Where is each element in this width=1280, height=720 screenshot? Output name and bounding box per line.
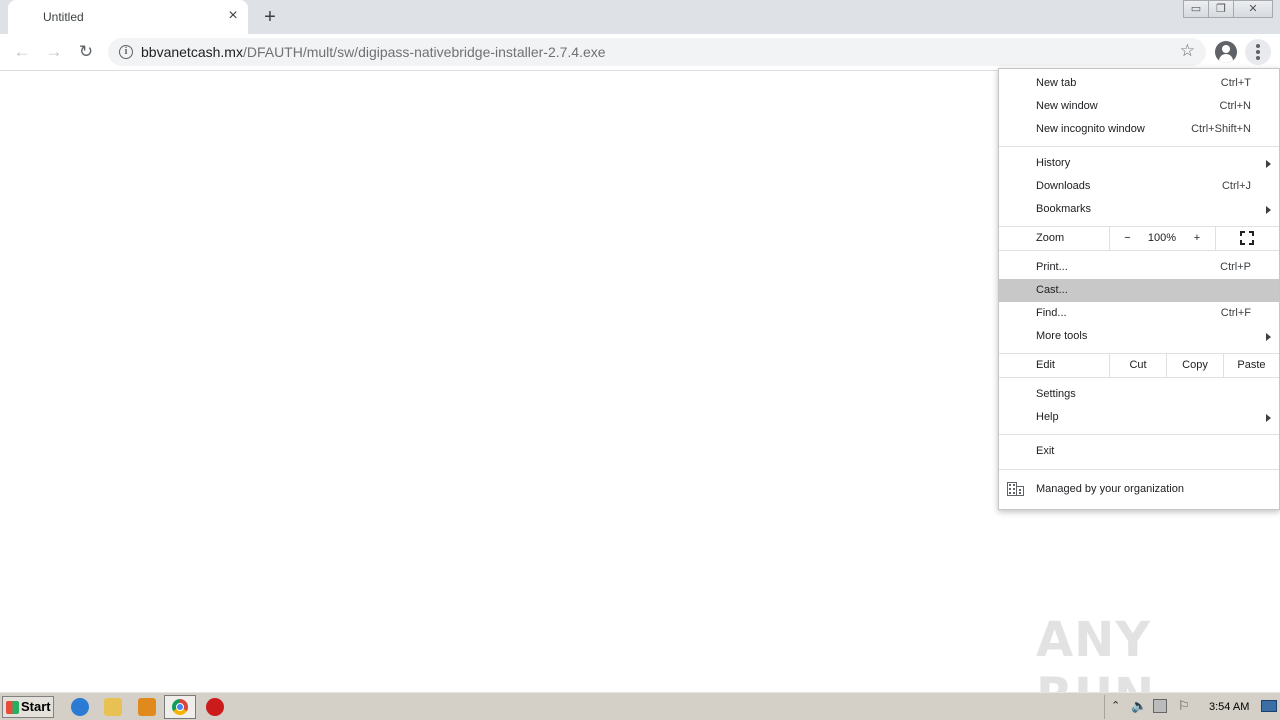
menu-item-print[interactable]: Print... Ctrl+P — [999, 256, 1279, 279]
close-window-button[interactable]: ✕ — [1233, 0, 1273, 18]
cut-button[interactable]: Cut — [1109, 354, 1166, 377]
start-label: Start — [21, 699, 51, 714]
building-icon — [1007, 482, 1024, 496]
fullscreen-icon — [1240, 231, 1254, 245]
close-tab-icon[interactable]: × — [225, 8, 241, 24]
menu-divider — [999, 377, 1279, 378]
zoom-in-button[interactable]: + — [1179, 227, 1215, 250]
show-hidden-icons-icon[interactable]: ⌃ — [1111, 699, 1120, 712]
site-info-icon[interactable]: i — [119, 45, 133, 59]
paste-button[interactable]: Paste — [1223, 354, 1279, 377]
submenu-arrow-icon — [1266, 333, 1271, 341]
menu-row-zoom: Zoom − 100% + — [999, 227, 1279, 250]
bookmark-star-icon[interactable]: ☆ — [1180, 41, 1195, 61]
file-explorer-icon[interactable] — [104, 698, 122, 716]
zoom-label: Zoom — [1036, 232, 1065, 244]
menu-item-cast[interactable]: Cast... — [999, 279, 1279, 302]
back-button[interactable]: ← — [9, 39, 35, 65]
zoom-level: 100% — [1147, 232, 1177, 244]
volume-icon[interactable]: 🔈 — [1131, 698, 1147, 714]
security-alert-icon[interactable] — [206, 698, 224, 716]
forward-button[interactable]: → — [41, 39, 67, 65]
restore-window-button[interactable]: ❐ — [1208, 0, 1234, 18]
show-desktop-icon[interactable] — [1261, 700, 1277, 712]
menu-item-downloads[interactable]: Downloads Ctrl+J — [999, 175, 1279, 198]
menu-divider — [999, 250, 1279, 251]
media-player-icon[interactable] — [138, 698, 156, 716]
tab-strip: Untitled × + ▭ ❐ ✕ — [0, 0, 1280, 34]
taskbar-clock[interactable]: 3:54 AM — [1209, 701, 1249, 713]
menu-item-history[interactable]: History — [999, 152, 1279, 175]
url-text[interactable]: bbvanetcash.mx/DFAUTH/mult/sw/digipass-n… — [141, 44, 606, 60]
browser-toolbar: ← → ↻ i bbvanetcash.mx/DFAUTH/mult/sw/di… — [0, 34, 1280, 71]
menu-item-settings[interactable]: Settings — [999, 383, 1279, 406]
chrome-main-menu: New tab Ctrl+T New window Ctrl+N New incog… — [998, 68, 1280, 510]
chrome-icon — [172, 699, 188, 715]
menu-item-help[interactable]: Help — [999, 406, 1279, 429]
edit-label: Edit — [1036, 359, 1055, 371]
address-bar[interactable]: i bbvanetcash.mx/DFAUTH/mult/sw/digipass… — [108, 38, 1206, 66]
profile-avatar-icon[interactable] — [1215, 41, 1237, 63]
menu-item-bookmarks[interactable]: Bookmarks — [999, 198, 1279, 221]
zoom-out-button[interactable]: − — [1109, 227, 1145, 250]
new-tab-button[interactable]: + — [259, 6, 281, 28]
copy-button[interactable]: Copy — [1166, 354, 1223, 377]
minimize-window-button[interactable]: ▭ — [1183, 0, 1209, 18]
menu-divider — [999, 434, 1279, 435]
menu-row-edit: Edit Cut Copy Paste — [999, 354, 1279, 377]
submenu-arrow-icon — [1266, 206, 1271, 214]
submenu-arrow-icon — [1266, 160, 1271, 168]
internet-explorer-icon[interactable] — [71, 698, 89, 716]
menu-item-find[interactable]: Find... Ctrl+F — [999, 302, 1279, 325]
chrome-taskbar-button[interactable] — [164, 695, 196, 719]
menu-divider — [999, 146, 1279, 147]
network-icon[interactable] — [1153, 699, 1167, 713]
url-host: bbvanetcash.mx — [141, 44, 243, 60]
system-tray: ⌃ 🔈 ⚐ — [1104, 695, 1280, 719]
windows-taskbar: Start ⌃ 🔈 ⚐ 3:54 AM — [0, 692, 1280, 720]
tab-untitled[interactable]: Untitled × — [8, 0, 248, 34]
url-path: /DFAUTH/mult/sw/digipass-nativebridge-in… — [242, 44, 606, 60]
reload-button[interactable]: ↻ — [73, 39, 99, 65]
tab-title: Untitled — [43, 10, 84, 24]
submenu-arrow-icon — [1266, 414, 1271, 422]
menu-item-exit[interactable]: Exit — [999, 440, 1279, 463]
start-button[interactable]: Start — [2, 696, 54, 718]
menu-item-managed-by-organization[interactable]: Managed by your organization — [999, 478, 1279, 501]
menu-item-new-incognito-window[interactable]: New incognito window Ctrl+Shift+N — [999, 118, 1279, 141]
menu-divider — [999, 469, 1279, 470]
action-center-flag-icon[interactable]: ⚐ — [1178, 698, 1190, 714]
windows-flag-icon — [6, 701, 19, 714]
chrome-menu-button[interactable] — [1245, 39, 1271, 65]
menu-item-more-tools[interactable]: More tools — [999, 325, 1279, 348]
menu-item-new-tab[interactable]: New tab Ctrl+T — [999, 72, 1279, 95]
menu-item-new-window[interactable]: New window Ctrl+N — [999, 95, 1279, 118]
